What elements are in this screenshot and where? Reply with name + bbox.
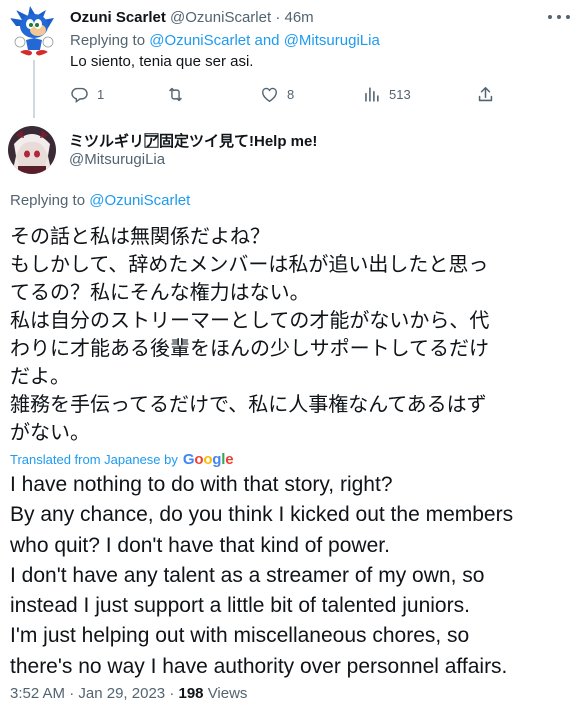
mitsurugi-avatar[interactable]	[8, 126, 56, 174]
like-icon	[262, 87, 277, 102]
replying-and: and	[254, 32, 280, 49]
main-replying-prefix: Replying to	[10, 192, 86, 209]
jp-line: 私は自分のストリーマーとしての才能がないから、代	[10, 308, 490, 332]
views-button[interactable]: 513	[362, 85, 411, 104]
main-replying-to: Replying to @OzuniScarlet	[10, 192, 190, 209]
jp-line: 雑務を手伝ってるだけで、私に人事権なんてあるはず	[10, 392, 487, 416]
reply-button[interactable]: 1	[70, 85, 104, 104]
jp-line: その話と私は無関係だよね？	[10, 224, 270, 248]
views-icon	[365, 87, 379, 102]
reply-tweet-header: Ozuni Scarlet @OzuniScarlet · 46m	[70, 9, 314, 26]
sonic-avatar[interactable]	[8, 4, 60, 56]
jp-line: てるの？私にそんな権力はない。	[10, 280, 310, 304]
mention-link-mitsurugi[interactable]: @MitsurugiLia	[284, 32, 380, 49]
jp-line: もしかして、辞めたメンバーは私が追い出したと思っ	[10, 252, 489, 276]
reply-time[interactable]: 46m	[284, 9, 313, 26]
reply-tweet-actions: 1 8 513	[70, 85, 500, 107]
translated-from-label[interactable]: Translated from Japanese by Google	[10, 451, 234, 468]
timestamp-separator: ·	[169, 685, 175, 702]
main-display-name[interactable]: ミツルギリア⃞固定ツイ見て!Help me!	[69, 130, 317, 151]
tweet-date[interactable]: Jan 29, 2023	[78, 685, 165, 702]
en-line: I don't have any talent as a streamer of…	[10, 563, 485, 587]
share-button[interactable]	[476, 85, 495, 104]
original-japanese-text: その話と私は無関係だよね？ もしかして、辞めたメンバーは私が追い出したと思っ て…	[10, 222, 580, 446]
like-button[interactable]: 8	[260, 85, 294, 104]
views-count: 513	[389, 87, 411, 102]
reply-count: 1	[97, 87, 105, 102]
main-handle[interactable]: @MitsurugiLia	[69, 151, 165, 168]
views-total: 198	[178, 685, 204, 702]
retweet-button[interactable]	[166, 85, 193, 104]
jp-line: がない。	[10, 420, 90, 444]
google-logo: Google	[182, 451, 234, 468]
reply-icon	[71, 87, 88, 104]
jp-line: わりに才能ある後輩をほんの少しサポートしてるだけ	[10, 336, 489, 360]
en-line: instead I just support a little bit of t…	[10, 594, 470, 618]
views-label: Views	[207, 685, 248, 702]
separator-dot: ·	[275, 9, 281, 26]
reply-handle[interactable]: @OzuniScarlet	[170, 9, 271, 26]
thread-line	[33, 60, 35, 118]
like-count: 8	[287, 87, 295, 102]
en-line: I have nothing to do with that story, ri…	[10, 473, 393, 496]
en-line: By any chance, do you think I kicked out…	[10, 503, 514, 527]
reply-tweet[interactable]: Ozuni Scarlet @OzuniScarlet · 46m Replyi…	[0, 0, 588, 120]
tweet-time[interactable]: 3:52 AM	[10, 685, 65, 702]
jp-line: だよ。	[10, 364, 70, 388]
reply-display-name[interactable]: Ozuni Scarlet	[70, 9, 166, 26]
en-line: I'm just helping out with miscellaneous …	[10, 624, 470, 648]
timestamp-separator: ·	[69, 685, 75, 702]
retweet-icon	[169, 87, 182, 102]
mention-link-ozuni[interactable]: @OzuniScarlet	[149, 32, 250, 49]
more-icon[interactable]	[548, 8, 570, 26]
en-line: who quit? I don't have that kind of powe…	[10, 533, 390, 557]
translated-english-text: I have nothing to do with that story, ri…	[10, 470, 586, 682]
tweet-timestamp: 3:52 AM · Jan 29, 2023 · 198 Views	[10, 685, 247, 702]
translated-label-text: Translated from Japanese by	[10, 452, 178, 467]
reply-replying-to: Replying to @OzuniScarlet and @Mitsurugi…	[70, 32, 380, 49]
replying-prefix: Replying to	[70, 32, 146, 49]
en-line: there's no way I have authority over per…	[10, 654, 508, 678]
share-icon	[478, 87, 493, 102]
main-mention-link-ozuni[interactable]: @OzuniScarlet	[89, 192, 190, 209]
reply-tweet-text: Lo siento, tenia que ser asi.	[70, 53, 254, 70]
